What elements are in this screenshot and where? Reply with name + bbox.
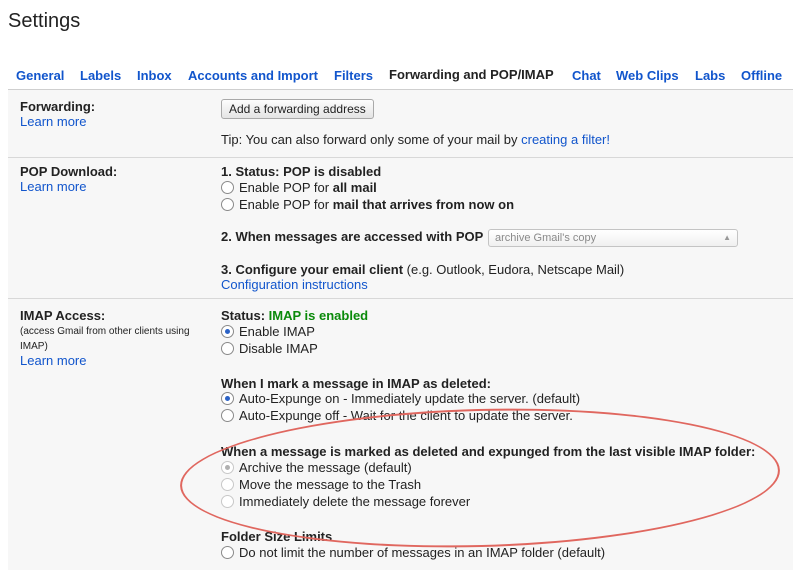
- radio-label: Do not limit the number of messages in a…: [239, 545, 606, 560]
- radio-button[interactable]: [221, 409, 234, 422]
- radio-label: Immediately delete the message forever: [239, 494, 471, 509]
- settings-tabs: General Labels Inbox Accounts and Import…: [8, 67, 793, 89]
- pop-configure-line: 3. Configure your email client (e.g. Out…: [221, 262, 624, 277]
- pop-learn-more-link[interactable]: Learn more: [20, 179, 86, 194]
- tab-web-clips[interactable]: Web Clips: [616, 68, 679, 83]
- pop-configure-note: (e.g. Outlook, Eudora, Netscape Mail): [403, 262, 625, 277]
- create-filter-link[interactable]: creating a filter!: [521, 132, 610, 147]
- tab-offline[interactable]: Offline: [741, 68, 782, 83]
- imap-status-prefix: Status:: [221, 308, 269, 323]
- radio-button[interactable]: [221, 546, 234, 559]
- pop-option-all-mail[interactable]: Enable POP for all mail: [221, 180, 377, 195]
- updown-arrow-icon: ▲: [723, 233, 731, 242]
- tab-chat[interactable]: Chat: [572, 68, 601, 83]
- disable-imap-option[interactable]: Disable IMAP: [221, 341, 318, 356]
- archive-message-option[interactable]: Archive the message (default): [221, 460, 412, 475]
- enable-imap-option[interactable]: Enable IMAP: [221, 324, 315, 339]
- imap-expunged-heading: When a message is marked as deleted and …: [221, 444, 756, 459]
- pop-accessed-select[interactable]: archive Gmail's copy ▲: [488, 229, 738, 247]
- radio-label: Auto-Expunge off - Wait for the client t…: [239, 408, 573, 423]
- tab-filters[interactable]: Filters: [334, 68, 373, 83]
- no-folder-limit-option[interactable]: Do not limit the number of messages in a…: [221, 545, 605, 560]
- radio-label: Auto-Expunge on - Immediately update the…: [239, 391, 581, 406]
- pop-accessed-heading: 2. When messages are accessed with POP: [221, 229, 484, 244]
- tab-labels[interactable]: Labels: [80, 68, 121, 83]
- configuration-instructions-link[interactable]: Configuration instructions: [221, 277, 368, 292]
- add-forwarding-address-button[interactable]: Add a forwarding address: [221, 99, 374, 119]
- section-divider: [8, 157, 793, 158]
- select-value: archive Gmail's copy: [495, 232, 597, 244]
- radio-button[interactable]: [221, 495, 234, 508]
- forwarding-label: Forwarding:: [20, 99, 96, 114]
- folder-size-limits-heading: Folder Size Limits: [221, 529, 333, 544]
- page-title: Settings: [8, 10, 81, 32]
- tab-general[interactable]: General: [16, 68, 64, 83]
- move-to-trash-option[interactable]: Move the message to the Trash: [221, 477, 421, 492]
- forwarding-tip: Tip: You can also forward only some of y…: [221, 132, 610, 147]
- section-divider: [8, 298, 793, 299]
- radio-label-bold: all mail: [332, 180, 377, 195]
- radio-button[interactable]: [221, 342, 234, 355]
- radio-label: Enable POP for: [239, 180, 330, 195]
- imap-access-note: (access Gmail from other clients using I…: [20, 326, 190, 352]
- radio-button[interactable]: [221, 478, 234, 491]
- imap-status-value: IMAP is enabled: [268, 308, 369, 323]
- tab-inbox[interactable]: Inbox: [137, 68, 172, 83]
- imap-deleted-heading: When I mark a message in IMAP as deleted…: [221, 376, 491, 391]
- radio-label: Enable POP for: [239, 197, 330, 212]
- radio-label: Move the message to the Trash: [239, 477, 422, 492]
- imap-status-line: Status: IMAP is enabled: [221, 308, 368, 323]
- radio-button[interactable]: [221, 461, 234, 474]
- settings-panel: Forwarding: Learn more Add a forwarding …: [8, 89, 793, 570]
- tip-text: Tip: You can also forward only some of y…: [221, 132, 522, 147]
- pop-option-from-now[interactable]: Enable POP for mail that arrives from no…: [221, 197, 514, 212]
- pop-status-heading: 1. Status: POP is disabled: [221, 164, 382, 179]
- tab-forwarding-pop-imap[interactable]: Forwarding and POP/IMAP: [389, 67, 554, 89]
- radio-button[interactable]: [221, 198, 234, 211]
- pop-configure-heading: 3. Configure your email client: [221, 262, 404, 277]
- forwarding-learn-more-link[interactable]: Learn more: [20, 114, 86, 129]
- radio-label-bold: mail that arrives from now on: [332, 197, 515, 212]
- auto-expunge-off-option[interactable]: Auto-Expunge off - Wait for the client t…: [221, 408, 573, 423]
- imap-access-label: IMAP Access:: [20, 308, 106, 323]
- radio-button[interactable]: [221, 392, 234, 405]
- radio-label: Archive the message (default): [239, 460, 412, 475]
- auto-expunge-on-option[interactable]: Auto-Expunge on - Immediately update the…: [221, 391, 580, 406]
- pop-download-label: POP Download:: [20, 164, 118, 179]
- tab-accounts-and-import[interactable]: Accounts and Import: [188, 68, 318, 83]
- radio-button[interactable]: [221, 181, 234, 194]
- radio-label: Enable IMAP: [239, 324, 315, 339]
- tab-labs[interactable]: Labs: [695, 68, 725, 83]
- delete-forever-option[interactable]: Immediately delete the message forever: [221, 494, 470, 509]
- imap-learn-more-link[interactable]: Learn more: [20, 353, 86, 368]
- radio-button[interactable]: [221, 325, 234, 338]
- radio-label: Disable IMAP: [239, 341, 318, 356]
